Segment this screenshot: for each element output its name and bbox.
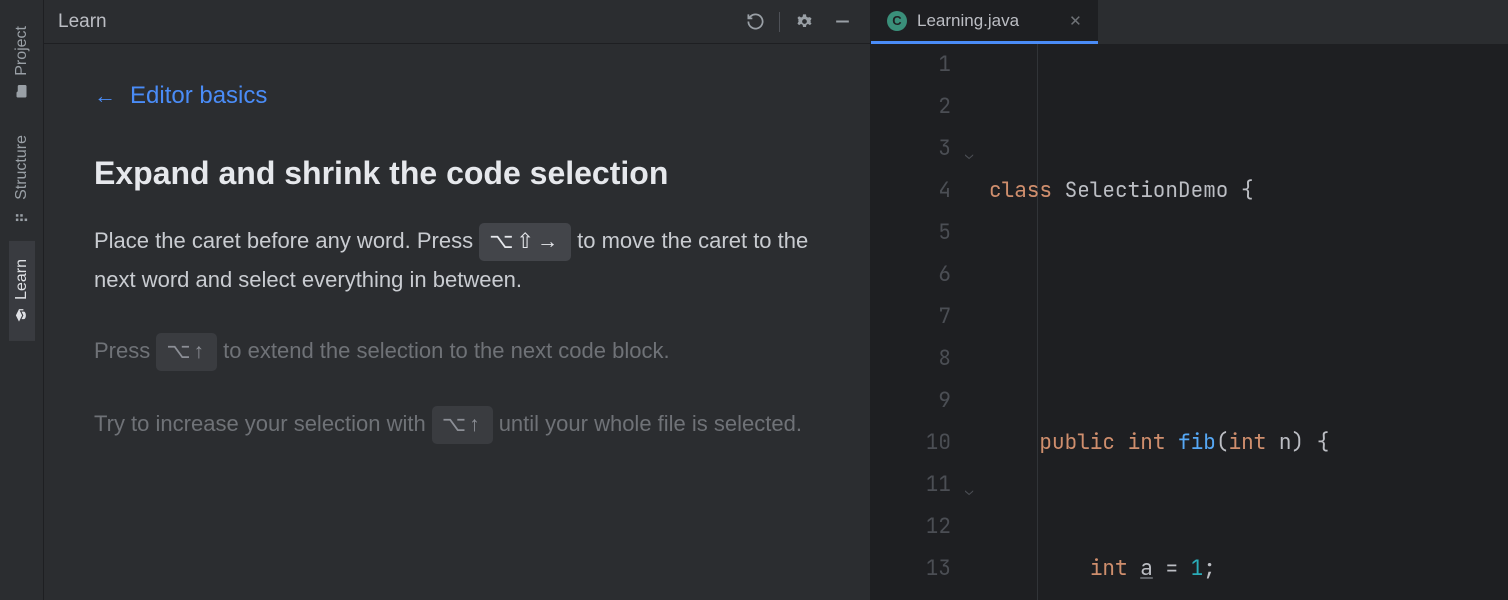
tool-window-rail: Project Structure Learn <box>0 0 44 600</box>
line-number: 12 <box>871 506 951 548</box>
divider <box>779 12 780 32</box>
code-line[interactable]: public int fib(int n) { <box>985 422 1508 464</box>
text: Place the caret before any word. Press <box>94 228 479 253</box>
line-number: 9 <box>871 380 951 422</box>
text: Press <box>94 338 156 363</box>
rail-item-project[interactable]: Project <box>9 8 35 117</box>
back-label: Editor basics <box>130 82 267 110</box>
line-number: 11 <box>871 464 951 506</box>
lesson-step-3: Try to increase your selection with ⌥↑ u… <box>94 405 820 444</box>
fold-gutter: ⌄ ⌄ <box>963 44 985 600</box>
lesson-step-2: Press ⌥↑ to extend the selection to the … <box>94 332 820 371</box>
fold-marker-icon[interactable]: ⌄ <box>965 134 973 176</box>
kbd-shortcut: ⌥↑ <box>156 333 217 371</box>
restart-button[interactable] <box>741 8 769 36</box>
line-number: 2 <box>871 86 951 128</box>
lesson-title: Expand and shrink the code selection <box>94 154 820 192</box>
editor-panel: C Learning.java ✕ 1 2 3 4 5 6 7 8 9 10 1… <box>870 0 1508 600</box>
code-line[interactable]: int a = 1; <box>985 548 1508 590</box>
kbd-shortcut: ⌥↑ <box>432 406 493 444</box>
code-editor[interactable]: 1 2 3 4 5 6 7 8 9 10 11 12 13 ⌄ ⌄ class … <box>871 44 1508 600</box>
minimize-button[interactable] <box>828 8 856 36</box>
folder-icon <box>14 83 29 100</box>
tab-bar: C Learning.java ✕ <box>871 0 1508 44</box>
line-number: 1 <box>871 44 951 86</box>
line-number-gutter: 1 2 3 4 5 6 7 8 9 10 11 12 13 <box>871 44 963 600</box>
rail-item-learn[interactable]: Learn <box>9 241 35 341</box>
line-number: 7 <box>871 296 951 338</box>
class-file-icon: C <box>887 11 907 31</box>
structure-icon <box>14 207 29 224</box>
learn-panel: Learn ← Editor basics Expand and shrink … <box>44 0 870 600</box>
code-content[interactable]: class SelectionDemo { public int fib(int… <box>985 44 1508 600</box>
arrow-left-icon: ← <box>94 83 116 109</box>
line-number: 6 <box>871 254 951 296</box>
code-line[interactable] <box>985 296 1508 338</box>
line-number: 10 <box>871 422 951 464</box>
code-line[interactable]: class SelectionDemo { <box>985 170 1508 212</box>
editor-tab[interactable]: C Learning.java ✕ <box>871 0 1098 44</box>
kbd-shortcut: ⌥⇧→ <box>479 223 571 261</box>
lesson-step-1: Place the caret before any word. Press ⌥… <box>94 222 820 298</box>
panel-header: Learn <box>44 0 870 44</box>
rail-label: Project <box>13 26 31 76</box>
line-number: 5 <box>871 212 951 254</box>
line-number: 3 <box>871 128 951 170</box>
lesson-content: ← Editor basics Expand and shrink the co… <box>44 44 870 498</box>
rail-label: Learn <box>13 259 31 300</box>
tab-filename: Learning.java <box>917 11 1019 31</box>
text: Try to increase your selection with <box>94 411 432 436</box>
learn-icon <box>14 307 29 324</box>
panel-actions <box>741 8 856 36</box>
line-number: 4 <box>871 170 951 212</box>
close-icon[interactable]: ✕ <box>1069 12 1082 30</box>
panel-title: Learn <box>58 11 107 33</box>
settings-button[interactable] <box>790 8 818 36</box>
text: to extend the selection to the next code… <box>217 338 670 363</box>
text: until your whole file is selected. <box>493 411 802 436</box>
back-link[interactable]: ← Editor basics <box>94 82 820 110</box>
line-number: 13 <box>871 548 951 590</box>
rail-item-structure[interactable]: Structure <box>9 117 35 241</box>
line-number: 8 <box>871 338 951 380</box>
rail-label: Structure <box>13 135 31 200</box>
fold-marker-icon[interactable]: ⌄ <box>965 470 973 512</box>
